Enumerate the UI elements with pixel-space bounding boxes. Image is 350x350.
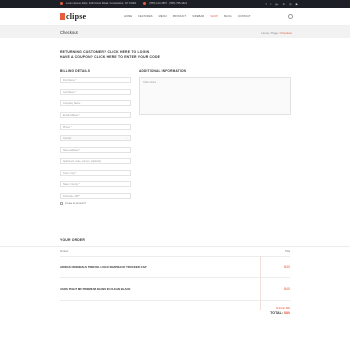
order-table-header: Product Total <box>60 250 290 254</box>
nav-item-blog[interactable]: BLOG <box>224 15 232 18</box>
order-total: TOTAL: $80 <box>270 311 290 315</box>
field-placeholder: Country <box>63 137 72 141</box>
divider <box>60 277 290 278</box>
order-item-name: ADIDAS ORIGINALS TREFOIL LOGO SNAPBACK T… <box>60 265 147 269</box>
linkedin-icon[interactable]: in <box>283 2 285 6</box>
nav-item-menu[interactable]: MENU <box>159 15 167 18</box>
postcode-field[interactable]: Postcode / ZIP * <box>60 193 131 199</box>
page-title: Checkout <box>60 30 78 35</box>
first-name-field[interactable]: First Name * <box>60 77 131 83</box>
field-placeholder: Email Address * <box>63 114 80 118</box>
order-notes-placeholder: Order Notes <box>143 81 157 84</box>
order-total-label: TOTAL: <box>270 311 283 315</box>
instagram-icon[interactable]: ◎ <box>289 2 292 6</box>
create-account-checkbox[interactable] <box>60 202 63 205</box>
site-header: clipse HOME FEATURES MENU PRODUCT SIDEBA… <box>0 8 350 26</box>
phone-text: (555) 123-4567 · (555) 765-4321 <box>149 2 188 5</box>
product-column-header: Product <box>60 250 69 253</box>
breadcrumb-links[interactable]: Home / Page / <box>262 31 280 35</box>
phone-field[interactable]: Phone * <box>60 124 131 130</box>
location-icon <box>60 2 63 5</box>
divider <box>60 256 290 257</box>
chevron-down-icon: ⌄ <box>125 137 128 140</box>
order-notes-textarea[interactable]: Order Notes <box>139 77 291 115</box>
order-total-value: $80 <box>284 311 290 315</box>
search-icon[interactable] <box>288 14 293 19</box>
divider <box>60 300 290 301</box>
coupon-notice-link[interactable]: HAVE A COUPON? CLICK HERE TO ENTER YOUR … <box>60 55 160 59</box>
total-column-header: Total <box>284 250 290 253</box>
field-placeholder: Company Name <box>63 102 81 106</box>
email-field[interactable]: Email Address * <box>60 112 131 118</box>
nav-item-home[interactable]: HOME <box>124 15 132 18</box>
field-placeholder: Apartment, suite, unit etc. (optional) <box>63 160 101 164</box>
field-placeholder: Last Name * <box>63 91 77 95</box>
field-placeholder: Street address * <box>63 149 81 153</box>
nav-item-shop[interactable]: SHOP <box>210 15 218 18</box>
apartment-field[interactable]: Apartment, suite, unit etc. (optional) <box>60 158 131 164</box>
main-nav: HOME FEATURES MENU PRODUCT SIDEBAR SHOP … <box>124 15 251 18</box>
logo-text: clipse <box>66 12 87 21</box>
order-title: YOUR ORDER <box>60 238 85 242</box>
nav-item-contact[interactable]: CONTACT <box>238 15 251 18</box>
nav-item-product[interactable]: PRODUCT <box>173 15 187 18</box>
create-account-option[interactable]: Create an account? <box>60 202 86 205</box>
breadcrumb-current: Checkout <box>279 30 292 35</box>
field-placeholder: State / County * <box>63 183 80 187</box>
page-title-bar: Checkout Home / Page / Checkout <box>0 26 350 38</box>
youtube-icon[interactable]: ▶ <box>296 2 298 6</box>
last-name-field[interactable]: Last Name * <box>60 89 131 95</box>
logo-mark-icon <box>60 13 65 20</box>
field-placeholder: Town / City * <box>63 172 77 176</box>
order-subtotal: Subtotal: $80 <box>275 307 290 310</box>
login-notice-link[interactable]: RETURNING CUSTOMER? CLICK HERE TO LOGIN <box>60 50 149 54</box>
order-item-price: $40 <box>284 264 290 269</box>
nav-item-sidebar[interactable]: SIDEBAR <box>192 15 204 18</box>
field-placeholder: Postcode / ZIP * <box>63 195 81 199</box>
state-county-field[interactable]: State / County * <box>60 181 131 187</box>
top-bar: Lorem ipsum dolor, 1234 Amet Road, Conse… <box>0 0 350 8</box>
country-select[interactable]: Country ⌄ <box>60 135 131 141</box>
breadcrumb: Home / Page / Checkout <box>262 31 292 35</box>
order-item-row: ADIDAS ORIGINALS TREFOIL LOGO SNAPBACK T… <box>60 263 290 271</box>
create-account-label: Create an account? <box>65 202 86 205</box>
address-text: Lorem ipsum dolor, 1234 Amet Road, Conse… <box>66 2 137 5</box>
field-placeholder: First Name * <box>63 79 77 83</box>
company-name-field[interactable]: Company Name <box>60 100 131 106</box>
nav-item-features[interactable]: FEATURES <box>138 15 152 18</box>
town-city-field[interactable]: Town / City * <box>60 170 131 176</box>
street-address-field[interactable]: Street address * <box>60 147 131 153</box>
phone-icon <box>143 2 147 5</box>
additional-title: ADDITIONAL INFORMATION <box>139 69 187 73</box>
social-links: f t g+ in ◎ ▶ <box>266 2 298 6</box>
field-placeholder: Phone * <box>63 126 72 130</box>
billing-title: BILLING DETAILS <box>60 69 91 73</box>
order-item-row: ASOS TIGHT MF PREMIUM JEANS IN CLEAN BLA… <box>60 285 290 293</box>
order-item-name: ASOS TIGHT MF PREMIUM JEANS IN CLEAN BLA… <box>60 287 131 291</box>
divider <box>0 246 350 247</box>
order-item-price: $40 <box>284 286 290 291</box>
google-plus-icon[interactable]: g+ <box>275 2 278 6</box>
site-logo[interactable]: clipse <box>60 12 86 21</box>
twitter-icon[interactable]: t <box>270 2 271 6</box>
facebook-icon[interactable]: f <box>266 2 267 6</box>
